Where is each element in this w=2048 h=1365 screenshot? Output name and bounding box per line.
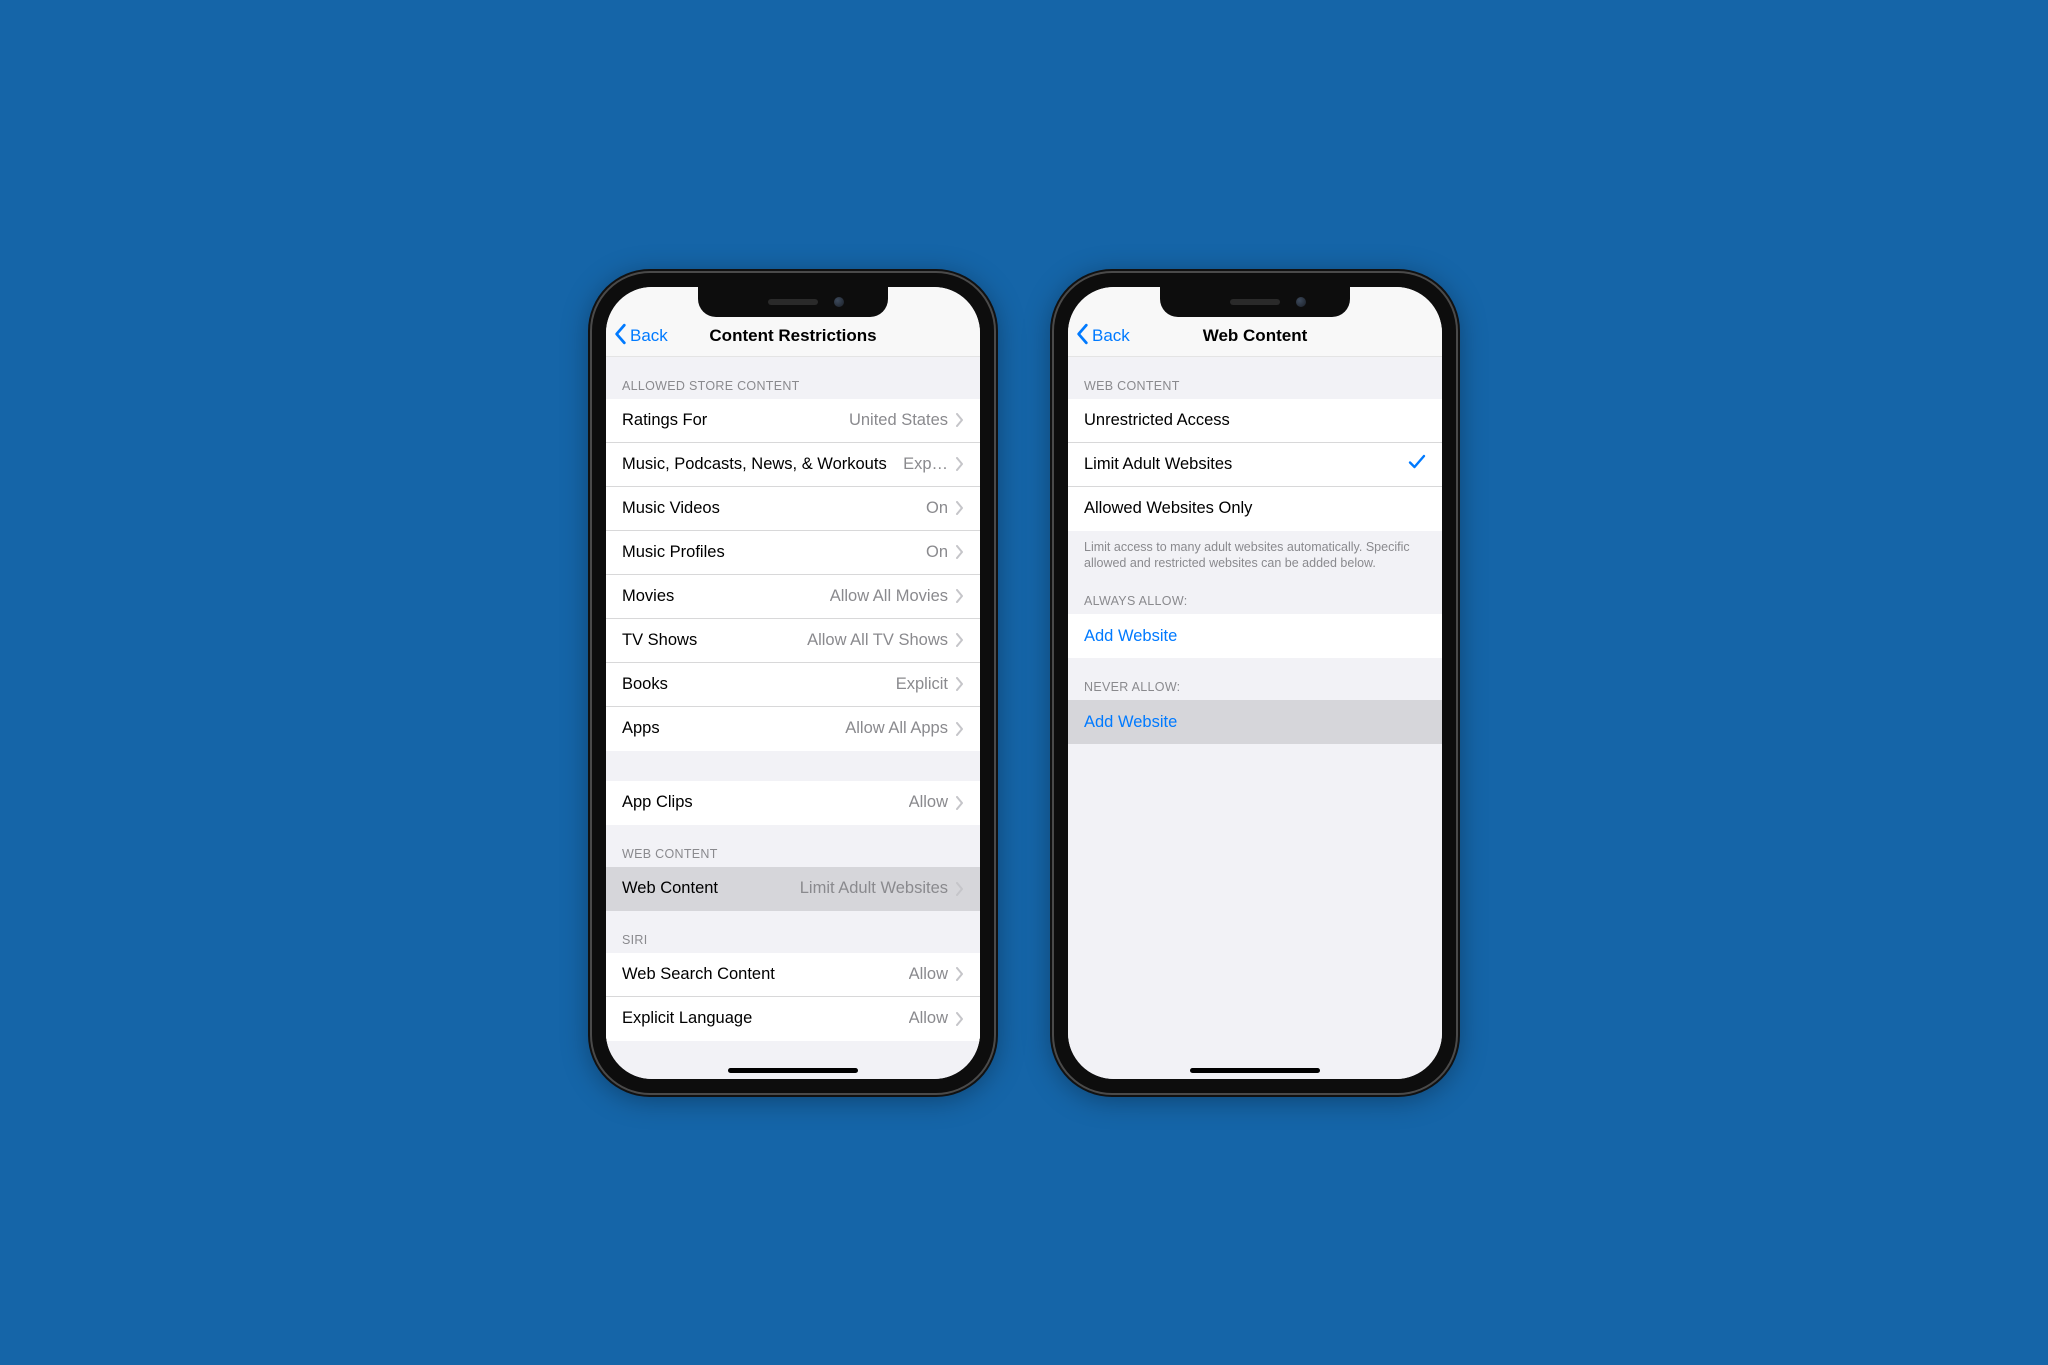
phone-notch: [1160, 287, 1350, 317]
row-label: Add Website: [1084, 627, 1426, 646]
row-label: Unrestricted Access: [1084, 411, 1426, 430]
settings-list[interactable]: WEB CONTENT Unrestricted Access Limit Ad…: [1068, 357, 1442, 1079]
row-label: App Clips: [622, 793, 909, 812]
row-label: Limit Adult Websites: [1084, 455, 1408, 474]
chevron-right-icon: [956, 677, 964, 691]
row-value: Explicit: [896, 675, 948, 694]
chevron-right-icon: [956, 589, 964, 603]
row-apps[interactable]: Apps Allow All Apps: [606, 707, 980, 751]
phone-web-content: Back Web Content WEB CONTENT Unrestricte…: [1054, 273, 1456, 1093]
row-label: TV Shows: [622, 631, 807, 650]
row-explicit-language[interactable]: Explicit Language Allow: [606, 997, 980, 1041]
home-indicator[interactable]: [728, 1068, 858, 1073]
row-label: Add Website: [1084, 713, 1426, 732]
row-value: Allow All TV Shows: [807, 631, 948, 650]
row-label: Music Videos: [622, 499, 926, 518]
add-website-always[interactable]: Add Website: [1068, 614, 1442, 658]
row-tv-shows[interactable]: TV Shows Allow All TV Shows: [606, 619, 980, 663]
chevron-right-icon: [956, 545, 964, 559]
row-label: Music Profiles: [622, 543, 926, 562]
section-header-store: ALLOWED STORE CONTENT: [606, 357, 980, 399]
row-music-videos[interactable]: Music Videos On: [606, 487, 980, 531]
row-value: Allow: [909, 965, 948, 984]
row-web-content[interactable]: Web Content Limit Adult Websites: [606, 867, 980, 911]
chevron-right-icon: [956, 633, 964, 647]
chevron-right-icon: [956, 1012, 964, 1026]
row-value: On: [926, 543, 948, 562]
settings-list[interactable]: ALLOWED STORE CONTENT Ratings For United…: [606, 357, 980, 1079]
row-label: Web Search Content: [622, 965, 909, 984]
group-store: Ratings For United States Music, Podcast…: [606, 399, 980, 751]
phone-content-restrictions: Back Content Restrictions ALLOWED STORE …: [592, 273, 994, 1093]
row-music-profiles[interactable]: Music Profiles On: [606, 531, 980, 575]
row-value: Exp…: [903, 455, 948, 474]
row-value: On: [926, 499, 948, 518]
home-indicator[interactable]: [1190, 1068, 1320, 1073]
row-value: Allow All Apps: [845, 719, 948, 738]
row-label: Explicit Language: [622, 1009, 909, 1028]
row-label: Web Content: [622, 879, 800, 898]
chevron-right-icon: [956, 882, 964, 896]
screen: Back Web Content WEB CONTENT Unrestricte…: [1068, 287, 1442, 1079]
row-music-podcasts[interactable]: Music, Podcasts, News, & Workouts Exp…: [606, 443, 980, 487]
section-header-siri: SIRI: [606, 911, 980, 953]
row-app-clips[interactable]: App Clips Allow: [606, 781, 980, 825]
back-label: Back: [1092, 326, 1130, 346]
option-limit-adult[interactable]: Limit Adult Websites: [1068, 443, 1442, 487]
chevron-right-icon: [956, 722, 964, 736]
row-label: Allowed Websites Only: [1084, 499, 1426, 518]
section-header-web-content: WEB CONTENT: [1068, 357, 1442, 399]
row-label: Music, Podcasts, News, & Workouts: [622, 455, 903, 474]
group-always-allow: Add Website: [1068, 614, 1442, 658]
chevron-right-icon: [956, 457, 964, 471]
section-header-never-allow: NEVER ALLOW:: [1068, 658, 1442, 700]
checkmark-icon: [1408, 454, 1426, 475]
row-label: Ratings For: [622, 411, 849, 430]
group-never-allow: Add Website: [1068, 700, 1442, 744]
chevron-right-icon: [956, 967, 964, 981]
chevron-right-icon: [956, 501, 964, 515]
row-ratings-for[interactable]: Ratings For United States: [606, 399, 980, 443]
chevron-right-icon: [956, 796, 964, 810]
row-value: Allow: [909, 1009, 948, 1028]
row-label: Books: [622, 675, 896, 694]
section-header-always-allow: ALWAYS ALLOW:: [1068, 572, 1442, 614]
back-button[interactable]: Back: [614, 323, 668, 350]
row-value: Limit Adult Websites: [800, 879, 948, 898]
phone-notch: [698, 287, 888, 317]
chevron-right-icon: [956, 413, 964, 427]
option-allowed-only[interactable]: Allowed Websites Only: [1068, 487, 1442, 531]
option-unrestricted[interactable]: Unrestricted Access: [1068, 399, 1442, 443]
back-button[interactable]: Back: [1076, 323, 1130, 350]
row-label: Movies: [622, 587, 830, 606]
group-siri: Web Search Content Allow Explicit Langua…: [606, 953, 980, 1041]
back-label: Back: [630, 326, 668, 346]
group-options: Unrestricted Access Limit Adult Websites…: [1068, 399, 1442, 531]
row-books[interactable]: Books Explicit: [606, 663, 980, 707]
row-web-search-content[interactable]: Web Search Content Allow: [606, 953, 980, 997]
add-website-never[interactable]: Add Website: [1068, 700, 1442, 744]
group-appclips: App Clips Allow: [606, 781, 980, 825]
row-label: Apps: [622, 719, 845, 738]
row-value: United States: [849, 411, 948, 430]
row-value: Allow All Movies: [830, 587, 948, 606]
chevron-left-icon: [1076, 323, 1090, 350]
row-value: Allow: [909, 793, 948, 812]
section-footer-options: Limit access to many adult websites auto…: [1068, 531, 1442, 573]
group-web: Web Content Limit Adult Websites: [606, 867, 980, 911]
row-movies[interactable]: Movies Allow All Movies: [606, 575, 980, 619]
screen: Back Content Restrictions ALLOWED STORE …: [606, 287, 980, 1079]
chevron-left-icon: [614, 323, 628, 350]
section-header-web: WEB CONTENT: [606, 825, 980, 867]
